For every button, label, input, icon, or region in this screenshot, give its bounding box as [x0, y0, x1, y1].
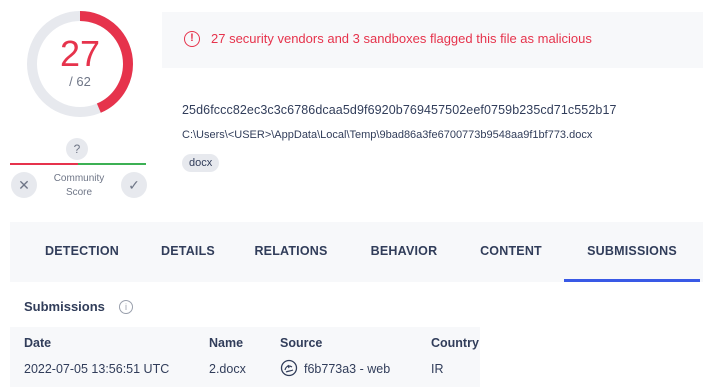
cell-name: 2.docx: [209, 362, 246, 376]
file-type-tag[interactable]: docx: [182, 154, 220, 172]
column-header-name: Name: [209, 336, 244, 350]
check-icon: ✓: [128, 177, 140, 193]
alert-message: 27 security vendors and 3 sandboxes flag…: [211, 31, 592, 46]
submissions-heading: Submissions: [24, 299, 105, 314]
community-score-bar: [10, 163, 146, 165]
submissions-table: Date Name Source Country 2022-07-05 13:5…: [10, 327, 480, 387]
cell-source[interactable]: f6b773a3 - web: [304, 362, 390, 376]
community-score-label: Community Score: [53, 173, 105, 198]
file-path: C:\Users\<USER>\AppData\Local\Temp\9bad8…: [182, 129, 593, 141]
detection-score-ring: 27 / 62: [26, 10, 134, 118]
detection-count: 27: [59, 33, 101, 74]
report-tabs: DETECTION DETAILS RELATIONS BEHAVIOR CON…: [10, 222, 703, 282]
column-header-date: Date: [24, 336, 52, 350]
vote-harmful-button[interactable]: ✕: [11, 172, 37, 198]
column-header-country: Country: [431, 336, 479, 350]
tab-detection[interactable]: DETECTION: [34, 222, 130, 282]
tab-content[interactable]: CONTENT: [472, 222, 550, 282]
file-info-card: 25d6fccc82ec3c3c6786dcaa5d9f6920b7694575…: [162, 68, 703, 194]
community-score-value: ?: [66, 138, 88, 160]
cell-country: IR: [431, 362, 444, 376]
vote-harmless-button[interactable]: ✓: [121, 172, 147, 198]
detection-total: / 62: [69, 74, 91, 89]
file-hash[interactable]: 25d6fccc82ec3c3c6786dcaa5d9f6920b7694575…: [182, 103, 617, 117]
cell-date: 2022-07-05 13:56:51 UTC: [24, 362, 170, 376]
tab-details[interactable]: DETAILS: [154, 222, 222, 282]
user-avatar-icon: [280, 359, 298, 377]
detection-alert-banner: ! 27 security vendors and 3 sandboxes fl…: [162, 12, 703, 68]
tab-behavior[interactable]: BEHAVIOR: [362, 222, 446, 282]
alert-circle-icon: !: [184, 31, 200, 47]
column-header-source: Source: [280, 336, 323, 350]
tab-relations[interactable]: RELATIONS: [248, 222, 334, 282]
close-icon: ✕: [18, 177, 30, 193]
tab-submissions[interactable]: SUBMISSIONS: [564, 222, 700, 282]
info-icon[interactable]: i: [119, 300, 133, 314]
